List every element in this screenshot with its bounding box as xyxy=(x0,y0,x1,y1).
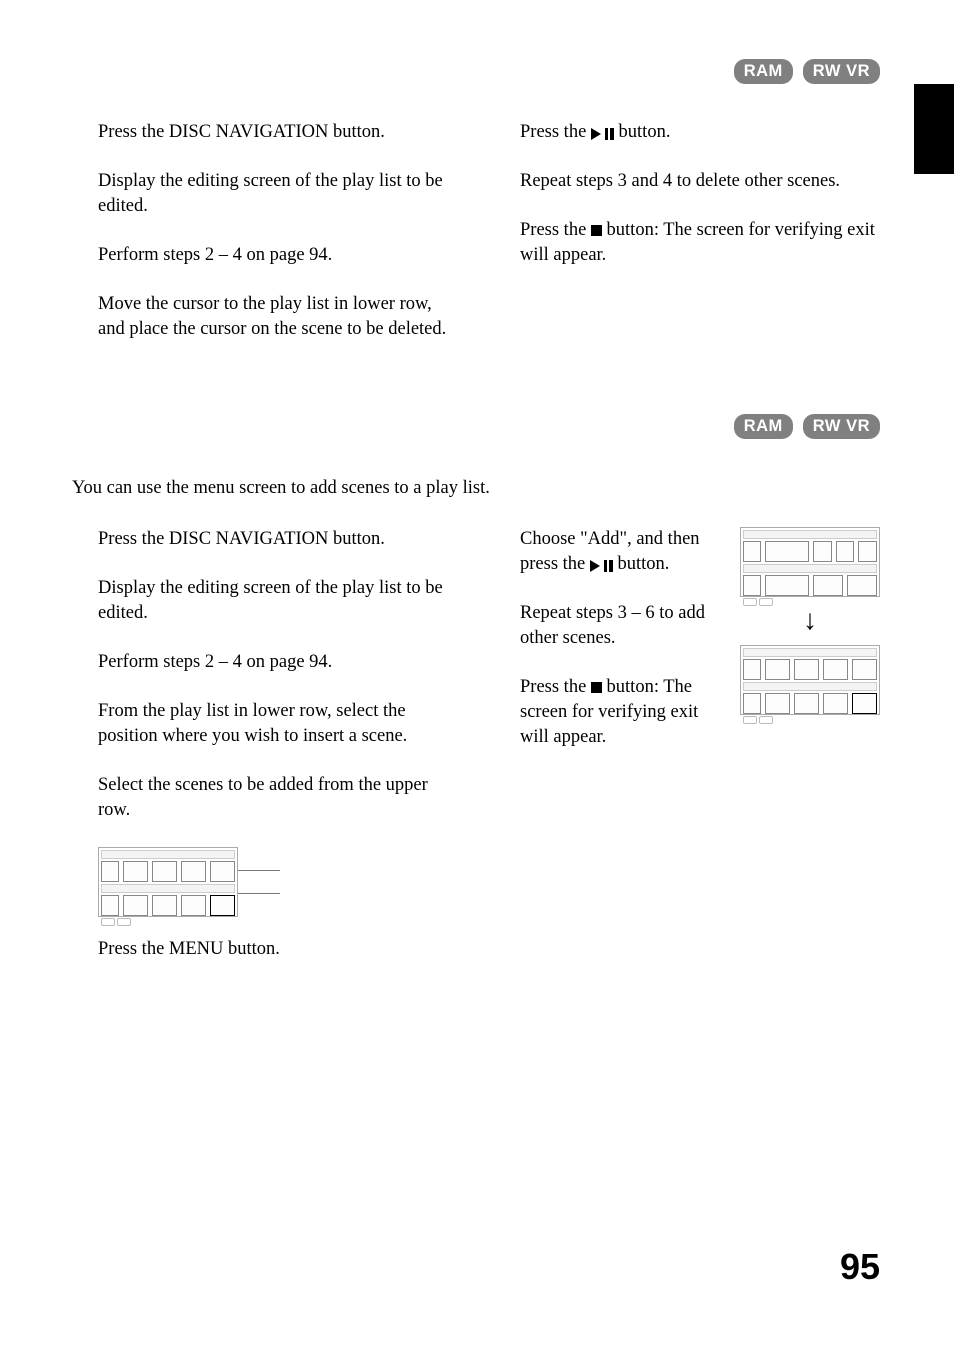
step-2-2: Display the editing screen of the play l… xyxy=(98,576,458,626)
step-1-7: Press the button: The screen for verifyi… xyxy=(520,218,880,268)
play-pause-icon xyxy=(590,553,613,578)
text: Press the xyxy=(520,220,591,240)
step-1-6: Repeat steps 3 and 4 to delete other sce… xyxy=(520,169,880,194)
side-tab xyxy=(914,84,954,174)
screen-illustration-left xyxy=(98,847,458,917)
step-2-5: Select the scenes to be added from the u… xyxy=(98,773,458,823)
step-2-1: Press the DISC NAVIGATION button. xyxy=(98,527,458,552)
step-1-3: Perform steps 2 – 4 on page 94. xyxy=(98,243,458,268)
screen-illustration-right: ↓ xyxy=(740,527,880,715)
stop-icon xyxy=(591,225,602,236)
stop-icon xyxy=(591,682,602,693)
arrow-down-icon: ↓ xyxy=(803,607,817,635)
step-2-9: Press the button: The screen for verifyi… xyxy=(520,675,726,750)
step-2-8: Repeat steps 3 – 6 to add other scenes. xyxy=(520,601,726,651)
step-2-4: From the play list in lower row, select … xyxy=(98,699,458,749)
format-badges-mid: RAM RW VR xyxy=(734,414,880,439)
screen-box-after xyxy=(740,645,880,715)
text: button. xyxy=(613,554,670,574)
step-1-1: Press the DISC NAVIGATION button. xyxy=(98,120,458,145)
play-pause-icon xyxy=(591,121,614,146)
screen-box xyxy=(98,847,238,917)
screen-box-before xyxy=(740,527,880,597)
badge-ram: RAM xyxy=(734,414,793,439)
badge-ram: RAM xyxy=(734,59,793,84)
section-delete-scenes: Press the DISC NAVIGATION button. Displa… xyxy=(72,120,880,366)
step-2-6: Press the MENU button. xyxy=(98,937,458,962)
step-1-2: Display the editing screen of the play l… xyxy=(98,169,458,219)
step-2-7: Choose "Add", and then press the button. xyxy=(520,527,726,577)
badge-rwvr: RW VR xyxy=(803,414,880,439)
step-2-3: Perform steps 2 – 4 on page 94. xyxy=(98,650,458,675)
badge-rwvr: RW VR xyxy=(803,59,880,84)
text: Press the xyxy=(520,677,591,697)
leader-line xyxy=(238,870,280,871)
step-1-4: Move the cursor to the play list in lowe… xyxy=(98,292,458,342)
intro-text: You can use the menu screen to add scene… xyxy=(72,476,880,501)
format-badges-top: RAM RW VR xyxy=(734,59,880,84)
text: button. xyxy=(614,122,671,142)
section-add-scenes: You can use the menu screen to add scene… xyxy=(72,476,880,986)
text: Press the xyxy=(520,122,591,142)
step-1-5: Press the button. xyxy=(520,120,880,145)
page-number: 95 xyxy=(840,1243,880,1292)
leader-line xyxy=(238,893,280,894)
